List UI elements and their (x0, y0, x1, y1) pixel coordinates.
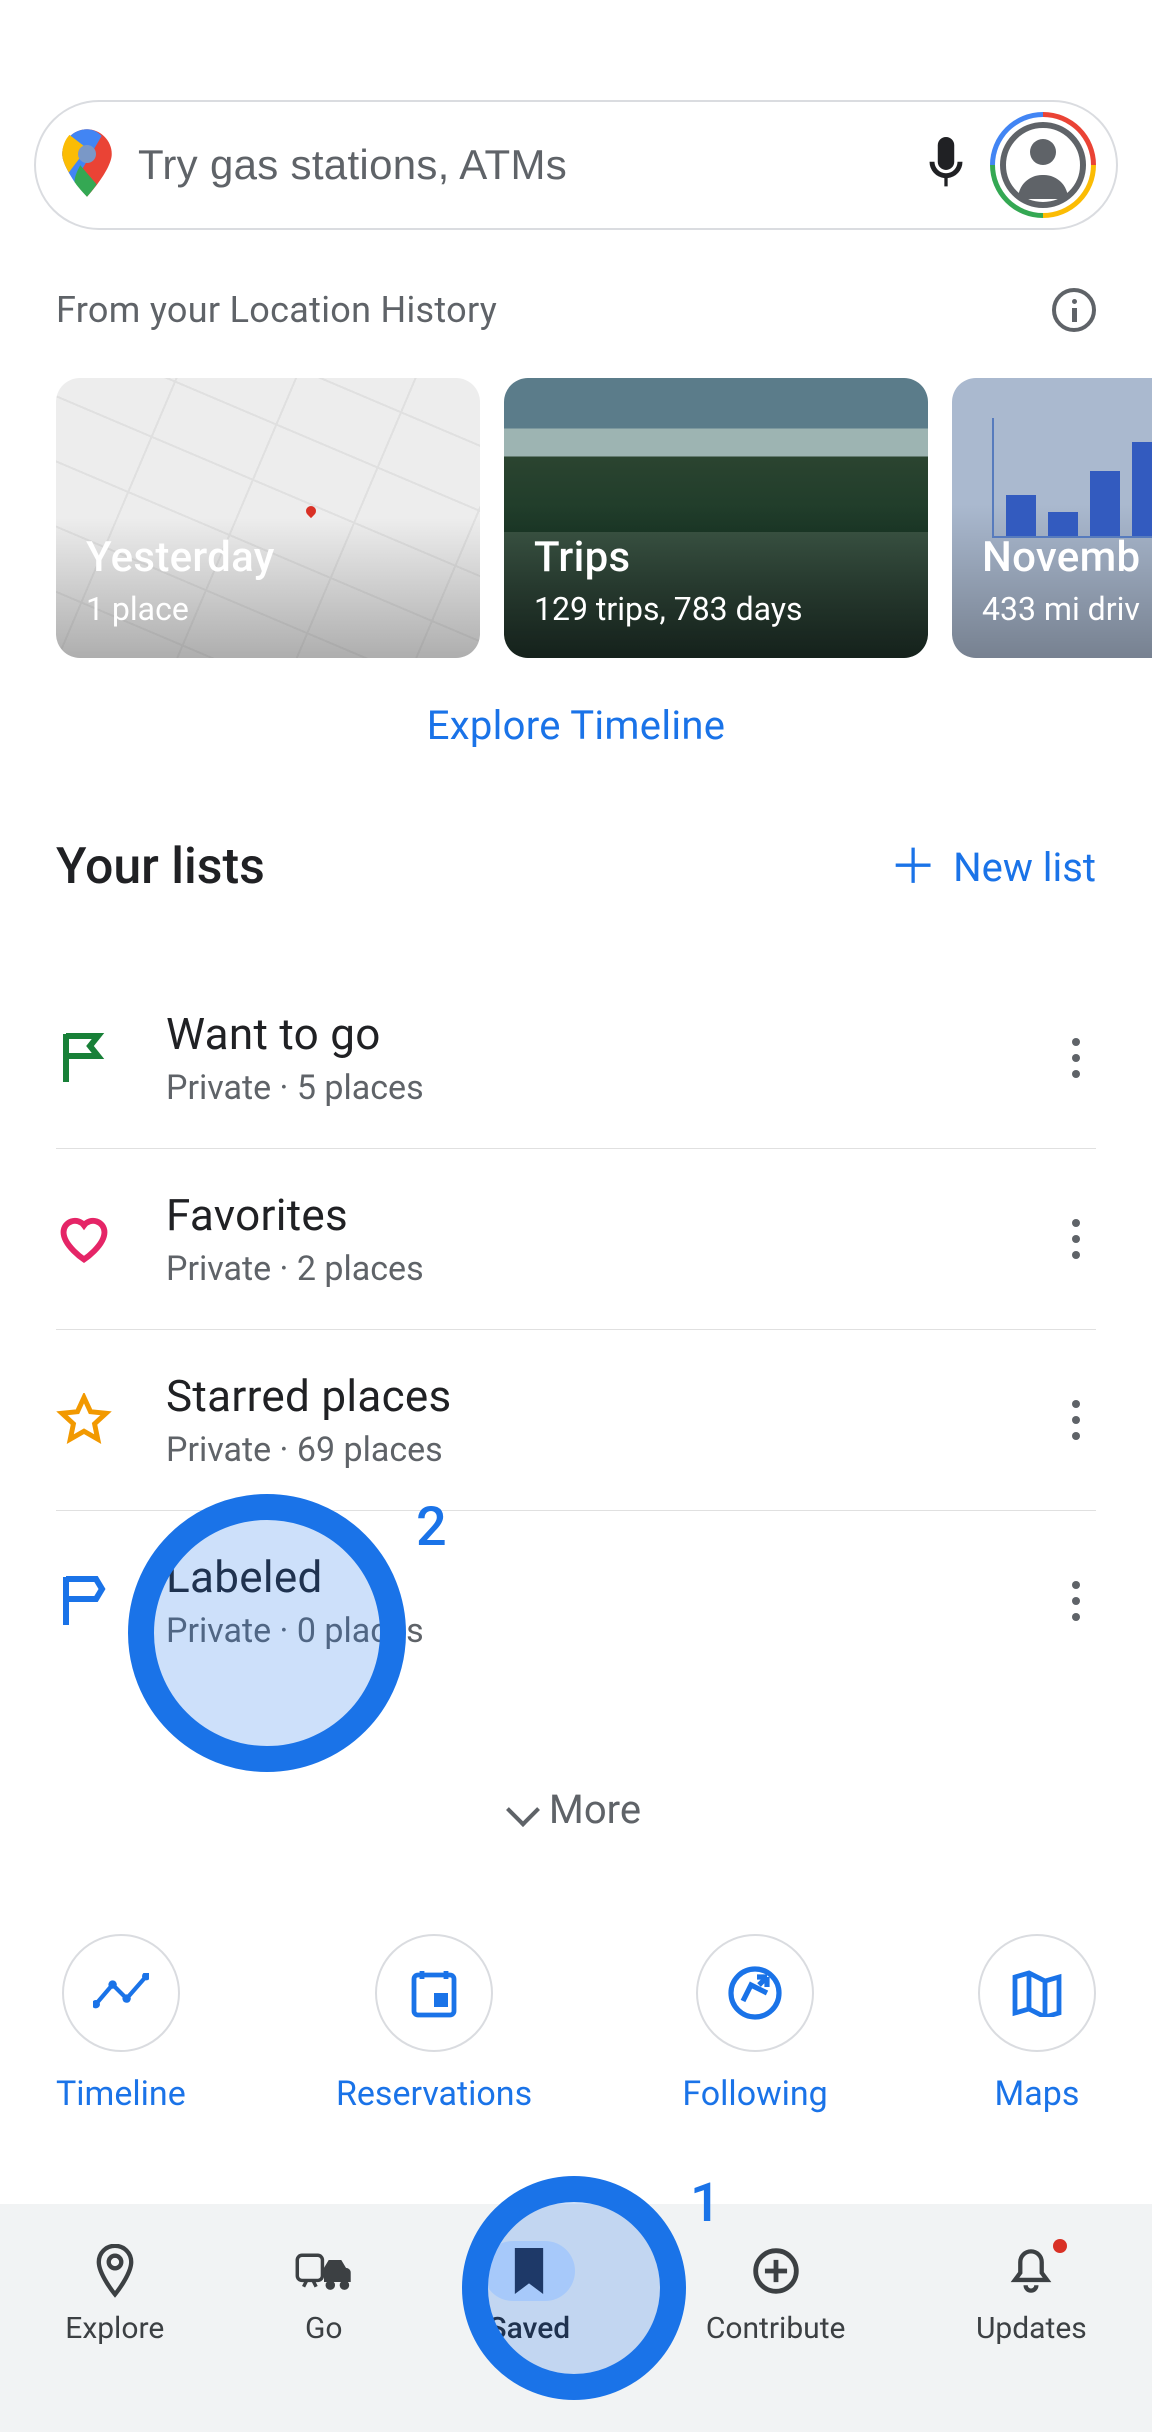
nav-explore[interactable]: Explore (65, 2241, 164, 2346)
timeline-cards-row[interactable]: Yesterday 1 place Trips 129 trips, 783 d… (56, 378, 1152, 658)
timeline-card-yesterday[interactable]: Yesterday 1 place (56, 378, 480, 658)
map-pin-icon (304, 504, 318, 518)
calendar-icon (375, 1934, 493, 2052)
nav-label: Contribute (706, 2311, 846, 2346)
shortcut-label: Following (682, 2074, 827, 2114)
heart-icon (56, 1211, 112, 1267)
bell-icon (1009, 2241, 1053, 2301)
flag-icon (56, 1573, 112, 1629)
chevron-down-icon (506, 1793, 540, 1827)
tutorial-step-number-2: 2 (416, 1496, 447, 1559)
card-title: Trips (534, 533, 898, 582)
new-list-button[interactable]: ＋ New list (889, 843, 1096, 891)
nav-updates[interactable]: Updates (976, 2241, 1087, 2346)
list-item-want-to-go[interactable]: Want to go Private · 5 places (56, 968, 1096, 1149)
more-options-button[interactable] (1056, 1581, 1096, 1621)
voice-search-button[interactable] (926, 137, 966, 193)
timeline-icon (62, 1934, 180, 2052)
star-icon (56, 1392, 112, 1448)
more-options-button[interactable] (1056, 1400, 1096, 1440)
card-subtitle: 1 place (86, 590, 450, 628)
search-input[interactable] (138, 141, 902, 189)
transit-icon (295, 2241, 353, 2301)
nav-contribute[interactable]: Contribute (706, 2241, 846, 2346)
explore-timeline-link[interactable]: Explore Timeline (0, 702, 1152, 749)
show-more-button[interactable]: More (0, 1786, 1152, 1833)
location-history-caption: From your Location History (56, 289, 497, 331)
nav-go[interactable]: Go (295, 2241, 353, 2346)
list-item-subtitle: Private · 69 places (166, 1430, 1002, 1470)
more-options-button[interactable] (1056, 1038, 1096, 1078)
new-list-label: New list (953, 844, 1096, 891)
card-subtitle: 129 trips, 783 days (534, 590, 898, 628)
search-bar[interactable] (34, 100, 1118, 230)
maps-pin-icon (60, 128, 114, 202)
account-avatar-button[interactable] (990, 112, 1096, 218)
list-item-title: Want to go (166, 1008, 1002, 1060)
shortcut-label: Maps (995, 2074, 1080, 2114)
list-item-favorites[interactable]: Favorites Private · 2 places (56, 1149, 1096, 1330)
map-icon (978, 1934, 1096, 2052)
shortcut-following[interactable]: Following (682, 1934, 827, 2114)
tutorial-highlight-2 (128, 1494, 406, 1772)
notification-dot-icon (1053, 2239, 1067, 2253)
nav-label: Updates (976, 2311, 1087, 2346)
location-history-header: From your Location History (56, 288, 1096, 332)
list-item-subtitle: Private · 5 places (166, 1068, 1002, 1108)
plus-icon: ＋ (889, 843, 937, 891)
bar-chart-icon (992, 418, 1152, 538)
timeline-card-trips[interactable]: Trips 129 trips, 783 days (504, 378, 928, 658)
nav-label: Explore (65, 2311, 164, 2346)
list-item-starred[interactable]: Starred places Private · 69 places (56, 1330, 1096, 1511)
shortcut-label: Reservations (336, 2074, 532, 2114)
shortcut-label: Timeline (56, 2074, 186, 2114)
card-title: Novemb (982, 533, 1152, 582)
nav-label: Go (305, 2311, 343, 2346)
shortcut-reservations[interactable]: Reservations (336, 1934, 532, 2114)
tutorial-step-number-1: 1 (690, 2172, 721, 2235)
shortcut-row: Timeline Reservations Following Maps (56, 1934, 1096, 2114)
more-label: More (549, 1786, 641, 1833)
contribute-icon (752, 2241, 800, 2301)
info-icon[interactable] (1052, 288, 1096, 332)
shortcut-timeline[interactable]: Timeline (56, 1934, 186, 2114)
flag-icon (56, 1030, 112, 1086)
list-item-subtitle: Private · 2 places (166, 1249, 1002, 1289)
timeline-card-month[interactable]: Novemb 433 mi driv (952, 378, 1152, 658)
shortcut-maps[interactable]: Maps (978, 1934, 1096, 2114)
list-item-title: Starred places (166, 1370, 1002, 1422)
more-options-button[interactable] (1056, 1219, 1096, 1259)
your-lists-heading: Your lists (56, 838, 265, 896)
tutorial-highlight-1 (462, 2176, 686, 2400)
card-title: Yesterday (86, 533, 450, 582)
following-icon (696, 1934, 814, 2052)
card-subtitle: 433 mi driv (982, 590, 1152, 628)
list-item-title: Favorites (166, 1189, 1002, 1241)
explore-pin-icon (93, 2241, 137, 2301)
